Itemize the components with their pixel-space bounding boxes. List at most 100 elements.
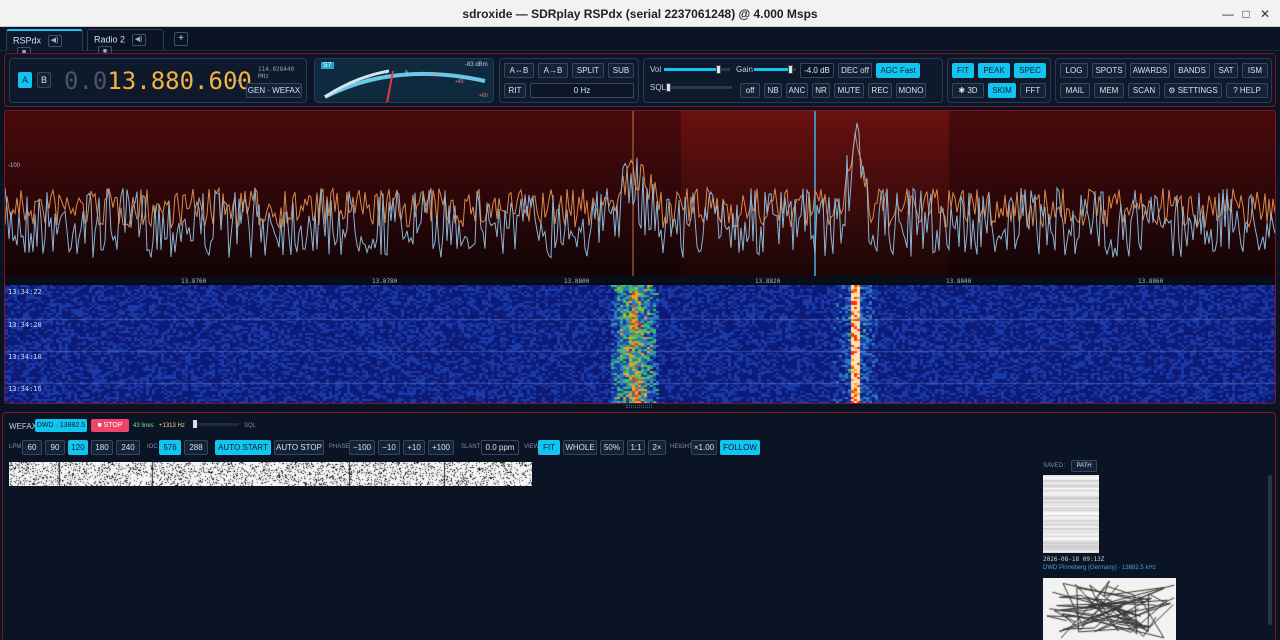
auto-stop-button[interactable]: AUTO STOP	[274, 440, 324, 455]
speaker-icon[interactable]: ◀)	[47, 35, 62, 47]
settings-button[interactable]: ⚙ SETTINGS	[1164, 83, 1222, 98]
lpm-120-button[interactable]: 120	[68, 440, 88, 455]
view-2x-button[interactable]: 2×	[648, 440, 666, 455]
freq-tick: 13.8820	[755, 278, 781, 285]
view-fit-button[interactable]: FIT	[538, 440, 560, 455]
anc-button[interactable]: ANC	[786, 83, 808, 98]
saved-separator: :	[1064, 463, 1066, 469]
dec-button[interactable]: DEC off	[838, 63, 872, 78]
maximize-button[interactable]: □	[1238, 6, 1254, 22]
wefax-sql-label: SQL	[244, 423, 257, 429]
ioc-288-button[interactable]: 288	[184, 440, 208, 455]
lpm-240-button[interactable]: 240	[116, 440, 140, 455]
minimize-button[interactable]: —	[1220, 6, 1236, 22]
slant-field[interactable]: 0.0 ppm	[481, 440, 519, 455]
slant-label: SLANT	[461, 444, 481, 450]
phase-minus100-button[interactable]: −100	[349, 440, 375, 455]
phase-plus10-button[interactable]: +10	[403, 440, 425, 455]
s-scale-plus60: +60	[479, 93, 488, 99]
nr-button[interactable]: NR	[812, 83, 830, 98]
path-button[interactable]: PATH	[1071, 460, 1097, 472]
awards-button[interactable]: AWARDS	[1130, 63, 1170, 78]
audio-panel: Vol Gain -4.0 dB DEC off AGC Fast SQL of…	[643, 58, 943, 103]
fft-button[interactable]: FFT	[1020, 83, 1046, 98]
vfo-b-button[interactable]: B	[37, 72, 51, 88]
fit-button[interactable]: FIT	[952, 63, 974, 78]
resize-handle[interactable]	[626, 405, 652, 408]
add-tab-button[interactable]: +	[174, 32, 188, 46]
freq-tick: 13.8860	[1138, 278, 1164, 285]
help-button[interactable]: ? HELP	[1226, 83, 1268, 98]
scan-button[interactable]: SCAN	[1128, 83, 1160, 98]
ioc-576-button[interactable]: 576	[159, 440, 181, 455]
gain-label: Gain	[736, 65, 753, 74]
vfo-ops-panel: A⇔B A→B SPLIT SUB RIT 0 Hz	[499, 58, 639, 103]
gain-slider[interactable]	[754, 65, 796, 74]
tab-rspdx[interactable]: RSPdx ◀)■	[6, 29, 83, 59]
tab-radio-2[interactable]: Radio 2 ◀)■	[87, 29, 164, 58]
mono-button[interactable]: MONO	[896, 83, 926, 98]
freq-tick: 13.8840	[946, 278, 972, 285]
auto-start-button[interactable]: AUTO START	[215, 440, 271, 455]
s-scale-plus20: +20	[429, 72, 438, 78]
phase-minus10-button[interactable]: −10	[378, 440, 400, 455]
split-button[interactable]: SPLIT	[572, 63, 604, 78]
lpm-60-button[interactable]: 60	[22, 440, 42, 455]
ism-button[interactable]: ISM	[1242, 63, 1268, 78]
spectrum-background	[5, 111, 1275, 276]
lpm-180-button[interactable]: 180	[91, 440, 113, 455]
mute-button[interactable]: MUTE	[834, 83, 864, 98]
peak-button[interactable]: PEAK	[978, 63, 1010, 78]
wefax-panel: WEFAX DWD · 13882.5 ■ STOP 43 lines +131…	[2, 412, 1276, 640]
log-button[interactable]: LOG	[1060, 63, 1088, 78]
mem-button[interactable]: MEM	[1094, 83, 1124, 98]
spots-button[interactable]: SPOTS	[1092, 63, 1126, 78]
a-to-b-button[interactable]: A→B	[538, 63, 568, 78]
stop-button[interactable]: ■ STOP	[91, 419, 129, 432]
view-50-button[interactable]: 50%	[600, 440, 624, 455]
waterfall[interactable]	[5, 285, 1275, 403]
gain-value: -4.0 dB	[800, 63, 834, 78]
fax-image[interactable]	[9, 462, 532, 486]
sub-frequency: 114.028440 MHz	[258, 66, 295, 80]
nb-button[interactable]: NB	[764, 83, 782, 98]
close-button[interactable]: ✕	[1257, 6, 1273, 22]
saved-map-thumbnail[interactable]	[1043, 578, 1176, 640]
ab-swap-button[interactable]: A⇔B	[504, 63, 534, 78]
3d-button[interactable]: ✱ 3D	[952, 83, 984, 98]
vfo-a-button[interactable]: A	[18, 72, 32, 88]
rit-offset-field[interactable]: 0 Hz	[530, 83, 634, 98]
spectrum-plot[interactable]	[5, 111, 1275, 283]
spectrum-display[interactable]: -100 13.8760 13.8780 13.8800 13.8820 13.…	[4, 110, 1276, 404]
frequency-display[interactable]: 0.013.880.600	[64, 67, 252, 95]
lpm-90-button[interactable]: 90	[45, 440, 65, 455]
waterfall-timestamp: 13:34:20	[8, 321, 42, 329]
rec-button[interactable]: REC	[868, 83, 892, 98]
view-1to1-button[interactable]: 1:1	[627, 440, 645, 455]
height-label: HEIGHT	[670, 444, 693, 450]
volume-label: Vol	[650, 65, 662, 74]
saved-label: SAVED	[1043, 463, 1063, 469]
mode-button[interactable]: GEN · WEFAX	[246, 83, 302, 98]
follow-button[interactable]: FOLLOW	[720, 440, 760, 455]
scrollbar[interactable]	[1268, 475, 1272, 625]
speaker-icon[interactable]: ◀)	[131, 34, 146, 46]
view-whole-button[interactable]: WHOLE	[563, 440, 597, 455]
sat-button[interactable]: SAT	[1214, 63, 1238, 78]
station-button[interactable]: DWD · 13882.5	[35, 419, 87, 432]
mail-button[interactable]: MAIL	[1060, 83, 1090, 98]
control-panel: A B 0.013.880.600 Hz 114.028440 MHz GEN …	[4, 53, 1276, 107]
spec-button[interactable]: SPEC	[1014, 63, 1046, 78]
sub-button[interactable]: SUB	[608, 63, 634, 78]
squelch-off-button[interactable]: off	[740, 83, 760, 98]
bands-button[interactable]: BANDS	[1174, 63, 1210, 78]
skim-button[interactable]: SKIM	[988, 83, 1016, 98]
squelch-slider[interactable]	[666, 83, 732, 92]
phase-plus100-button[interactable]: +100	[428, 440, 454, 455]
wefax-squelch-slider[interactable]	[193, 420, 239, 428]
agc-button[interactable]: AGC Fast	[876, 63, 920, 78]
volume-slider[interactable]	[664, 65, 730, 74]
height-field[interactable]: ×1.00	[691, 440, 717, 455]
rit-button[interactable]: RIT	[504, 83, 526, 98]
saved-image-thumbnail[interactable]	[1043, 475, 1099, 553]
